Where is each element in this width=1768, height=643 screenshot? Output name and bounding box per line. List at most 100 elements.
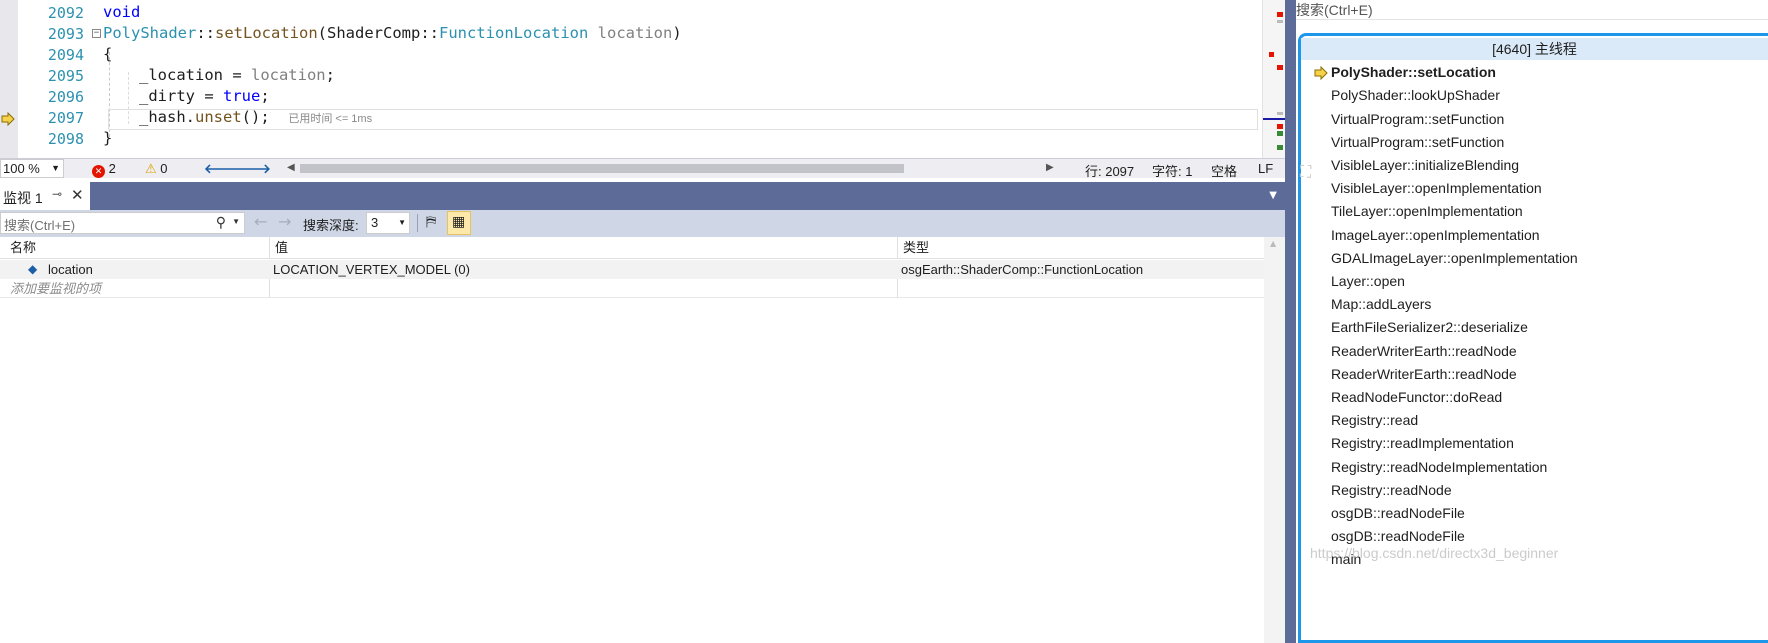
search-previous-icon[interactable]: ←: [254, 212, 267, 231]
warning-count: 0: [160, 161, 168, 176]
scroll-left-icon[interactable]: ◀: [287, 162, 295, 173]
line-number: 2098: [47, 130, 84, 148]
line-number: 2094: [47, 46, 84, 64]
line-ending-indicator[interactable]: LF: [1258, 161, 1273, 176]
navigate-forward-icon[interactable]: 🡒: [236, 161, 271, 177]
code-editor[interactable]: 2092 2093 2094 2095 2096 2097 2098 − voi…: [0, 0, 1285, 178]
horizontal-scrollbar-thumb[interactable]: [300, 164, 904, 173]
error-count-button[interactable]: ✕ 2: [92, 161, 116, 178]
stack-frame[interactable]: EarthFileSerializer2::deserialize: [1331, 319, 1528, 335]
ruler-error-mark: [1277, 124, 1283, 129]
filter-icon[interactable]: ⛿: [426, 214, 436, 230]
stack-frame[interactable]: Map::addLayers: [1331, 296, 1431, 312]
overview-ruler[interactable]: [1262, 0, 1285, 162]
close-icon[interactable]: ✕: [71, 186, 84, 204]
thread-header[interactable]: [4640] 主线程: [1301, 38, 1768, 60]
add-watch-row[interactable]: 添加要监视的项: [0, 279, 1264, 298]
column-value[interactable]: 值: [269, 237, 897, 259]
tab-watch-1[interactable]: 监视 1 ⊸ ✕: [0, 182, 90, 210]
ruler-change-mark: [1277, 145, 1283, 150]
variable-icon: ◆: [28, 262, 38, 276]
watch-grid-header: 名称 值 类型: [0, 237, 1264, 259]
search-depth-dropdown[interactable]: 3 ▼: [366, 212, 410, 234]
panel-splitter[interactable]: [1285, 0, 1296, 643]
stack-frame[interactable]: Layer::open: [1331, 273, 1405, 289]
hex-display-toggle[interactable]: ▦: [447, 211, 471, 235]
code-line-2098[interactable]: }: [103, 129, 112, 147]
zoom-value: 100 %: [3, 161, 40, 176]
scroll-up-icon[interactable]: ▲: [1270, 239, 1276, 248]
stack-frame[interactable]: osgDB::readNodeFile: [1331, 505, 1465, 521]
search-next-icon[interactable]: →: [278, 212, 291, 231]
watch-window: 监视 1 ⊸ ✕ ▼ 搜索(Ctrl+E) ⚲ ▼ ← → 搜索深度: 3 ▼ …: [0, 182, 1285, 643]
stack-frame[interactable]: TileLayer::openImplementation: [1331, 203, 1523, 219]
pin-icon[interactable]: ⊸: [52, 187, 62, 201]
column-type[interactable]: 类型: [897, 237, 1264, 259]
watch-search-input[interactable]: 搜索(Ctrl+E) ⚲ ▼: [0, 212, 245, 234]
stack-frame[interactable]: VirtualProgram::setFunction: [1331, 134, 1504, 150]
code-line-2092[interactable]: void: [103, 3, 140, 21]
code-line-2093[interactable]: PolyShader::setLocation(ShaderComp::Func…: [103, 24, 682, 42]
table-row[interactable]: ◆ location LOCATION_VERTEX_MODEL (0) osg…: [0, 260, 1264, 279]
stack-frame[interactable]: GDALImageLayer::openImplementation: [1331, 250, 1578, 266]
chevron-down-icon[interactable]: ▼: [232, 217, 240, 226]
line-indicator[interactable]: 行: 2097: [1085, 161, 1134, 180]
stack-frame[interactable]: osgDB::readNodeFile: [1331, 528, 1465, 544]
stack-frame[interactable]: ReaderWriterEarth::readNode: [1331, 366, 1517, 382]
line-number: 2092: [47, 4, 84, 22]
scroll-right-icon[interactable]: ▶: [1046, 162, 1054, 173]
ruler-mark: [1277, 20, 1283, 23]
stack-frame[interactable]: PolyShader::setLocation: [1331, 64, 1496, 80]
column-divider: [269, 279, 270, 298]
stack-frame[interactable]: Registry::readNode: [1331, 482, 1452, 498]
current-frame-arrow-icon: [1314, 66, 1328, 80]
toolbar-separator: [417, 214, 418, 232]
ruler-mark: [1277, 112, 1283, 115]
line-number: 2097: [47, 109, 84, 127]
char-indicator[interactable]: 字符: 1: [1152, 161, 1192, 180]
stack-frame[interactable]: VisibleLayer::openImplementation: [1331, 180, 1542, 196]
stack-frame[interactable]: VisibleLayer::initializeBlending: [1331, 157, 1519, 173]
line-number: 2096: [47, 88, 84, 106]
hex-icon: ▦: [452, 214, 466, 230]
search-icon[interactable]: ⚲: [216, 214, 226, 231]
current-statement-arrow-icon: [1, 112, 15, 126]
watermark: https://blog.csdn.net/directx3d_beginner: [1310, 545, 1559, 561]
stack-frame[interactable]: ImageLayer::openImplementation: [1331, 227, 1540, 243]
vertical-scrollbar[interactable]: ▲: [1264, 237, 1285, 643]
ruler-caret-mark: [1263, 118, 1285, 120]
window-menu-icon[interactable]: ▼: [1269, 190, 1277, 201]
stack-frame[interactable]: Registry::readImplementation: [1331, 435, 1514, 451]
navigate-back-icon[interactable]: 🡐: [204, 161, 239, 177]
code-line-2096[interactable]: _dirty = true;: [139, 87, 270, 105]
code-line-2094[interactable]: {: [103, 45, 112, 63]
collapse-toggle-icon[interactable]: −: [92, 29, 101, 38]
stack-frame[interactable]: ReaderWriterEarth::readNode: [1331, 343, 1517, 359]
search-depth-value: 3: [371, 215, 379, 230]
search-depth-label: 搜索深度:: [303, 218, 359, 233]
ruler-change-mark: [1277, 131, 1283, 136]
watch-row-name: location: [48, 262, 93, 277]
perf-tip: 已用时间 <= 1ms: [288, 113, 373, 125]
code-line-2097[interactable]: _hash.unset(); 已用时间 <= 1ms: [139, 108, 372, 126]
zoom-to-fit-icon[interactable]: ⛶: [1300, 162, 1311, 182]
watch-row-value[interactable]: LOCATION_VERTEX_MODEL (0): [273, 260, 893, 279]
search-placeholder: 搜索(Ctrl+E): [4, 218, 76, 233]
warning-count-button[interactable]: ⚠ 0: [145, 161, 168, 177]
stack-frame[interactable]: VirtualProgram::setFunction: [1331, 111, 1504, 127]
error-count: 2: [108, 161, 116, 176]
line-number-gutter: 2092 2093 2094 2095 2096 2097 2098: [18, 0, 94, 178]
ruler-error-mark: [1269, 52, 1274, 57]
code-line-2095[interactable]: _location = location;: [139, 66, 335, 84]
indicator-margin[interactable]: [0, 0, 18, 178]
stack-frame[interactable]: PolyShader::lookUpShader: [1331, 87, 1500, 103]
watch-row-type: osgEarth::ShaderComp::FunctionLocation: [901, 262, 1144, 277]
callstack-search-input[interactable]: 搜索(Ctrl+E): [1296, 0, 1768, 20]
whitespace-indicator[interactable]: 空格: [1211, 161, 1237, 180]
zoom-dropdown[interactable]: 100 % ▼: [0, 159, 64, 178]
watch-toolbar: 搜索(Ctrl+E) ⚲ ▼ ← → 搜索深度: 3 ▼ ⛿ ▦: [0, 210, 1285, 237]
stack-frame[interactable]: ReadNodeFunctor::doRead: [1331, 389, 1502, 405]
stack-frame[interactable]: Registry::read: [1331, 412, 1418, 428]
stack-frame[interactable]: Registry::readNodeImplementation: [1331, 459, 1547, 475]
column-name[interactable]: 名称: [5, 237, 269, 259]
